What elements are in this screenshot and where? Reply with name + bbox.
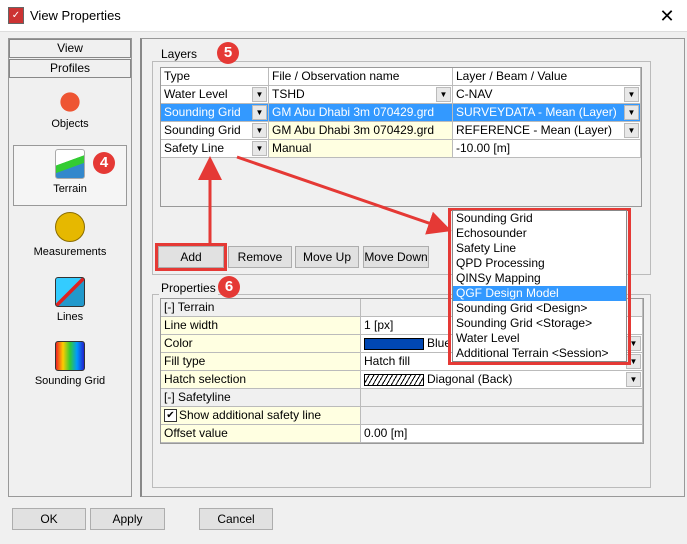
apply-button[interactable]: Apply bbox=[90, 508, 165, 530]
annotation-arrows bbox=[198, 155, 452, 243]
cancel-button[interactable]: Cancel bbox=[199, 508, 273, 530]
ok-button[interactable]: OK bbox=[12, 508, 86, 530]
arrow-to-dropdown bbox=[236, 155, 452, 235]
